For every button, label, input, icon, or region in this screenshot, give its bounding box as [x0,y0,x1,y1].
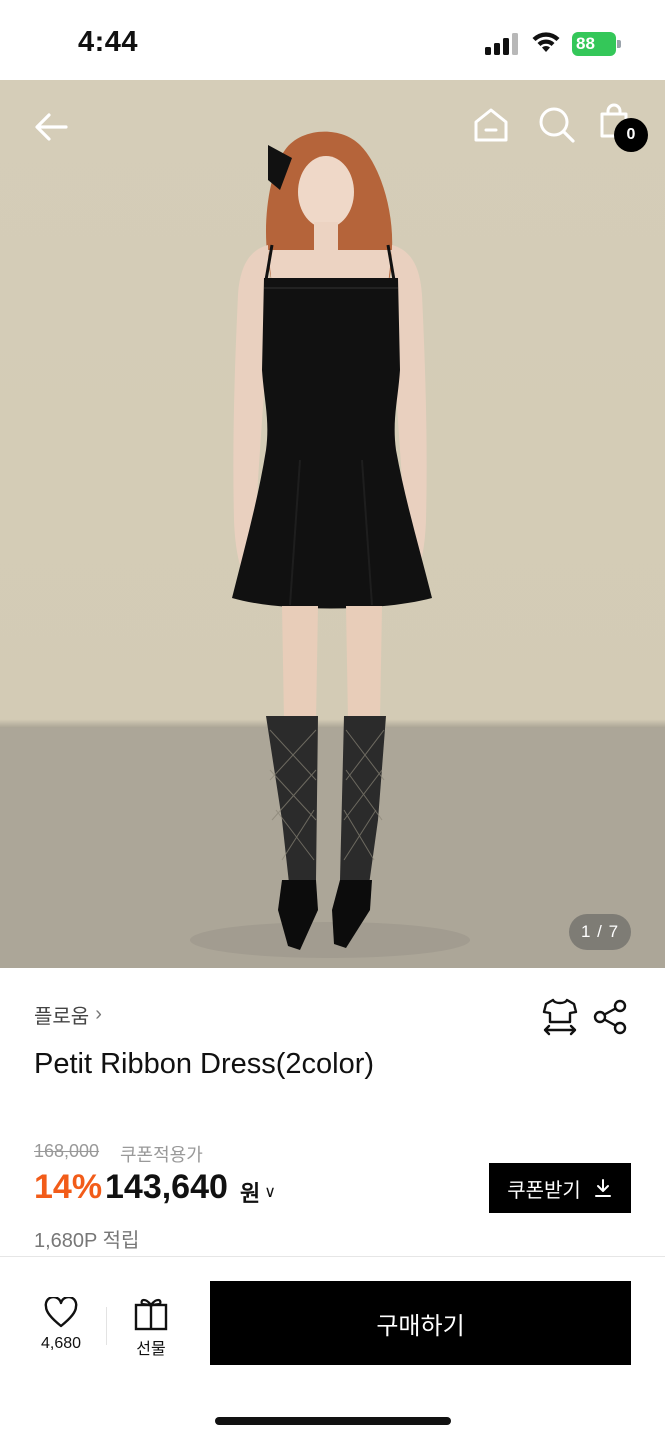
brand-name: 플로움 [34,1006,90,1028]
discount-rate: 14% [34,1168,103,1206]
gift-button[interactable]: 선물 [122,1297,180,1359]
download-icon [594,1179,611,1197]
image-page-indicator: 1 / 7 [569,914,631,950]
back-button[interactable] [30,106,72,148]
get-coupon-button[interactable]: 쿠폰받기 [489,1163,631,1213]
battery-indicator: 88 [572,32,622,56]
cart-button[interactable]: 0 [596,102,650,156]
home-indicator [215,1417,451,1425]
share-button[interactable] [592,998,628,1036]
buy-button[interactable]: 구매하기 [210,1281,631,1365]
currency-label: 원 [240,1181,261,1206]
buy-button-label: 구매하기 [376,1312,465,1340]
brand-link[interactable]: 플로움 › [34,1000,102,1029]
original-price: 168,000 [34,1141,100,1161]
back-arrow-icon [35,113,68,141]
home-icon [474,108,508,142]
tshirt-size-icon [542,998,578,1036]
bottom-action-bar: 4,680 선물 구매하기 [0,1256,665,1440]
battery-cap [617,40,621,48]
gift-label: 선물 [136,1341,166,1358]
product-image-carousel[interactable]: 0 1 / 7 [0,80,665,968]
search-button[interactable] [536,104,578,146]
cellular-signal-icon [485,33,518,55]
status-bar: 4:44 88 [0,0,665,80]
cart-count-badge: 0 [614,118,648,152]
chevron-right-icon: › [95,1003,102,1025]
reward-points: 1,680P 적립 [34,1230,140,1252]
search-icon [539,107,575,143]
product-photo [0,131,665,968]
coupon-button-label: 쿠폰받기 [507,1179,581,1202]
home-button[interactable] [470,104,512,146]
like-button[interactable]: 4,680 [28,1295,94,1359]
wifi-icon [532,32,560,52]
coupon-price-label: 쿠폰적용가 [120,1145,203,1165]
gift-icon [134,1298,168,1331]
divider [106,1307,107,1345]
size-guide-button[interactable] [540,996,580,1036]
status-time: 4:44 [78,26,139,58]
sale-price: 143,640 [105,1168,228,1206]
chevron-down-icon: ∨ [264,1184,276,1201]
battery-level: 88 [572,32,616,56]
like-count: 4,680 [40,1335,82,1352]
price-detail-toggle[interactable]: 원 ∨ [240,1176,276,1208]
heart-icon [44,1295,78,1328]
share-icon [593,999,627,1035]
product-title: Petit Ribbon Dress(2color) [34,1048,375,1080]
